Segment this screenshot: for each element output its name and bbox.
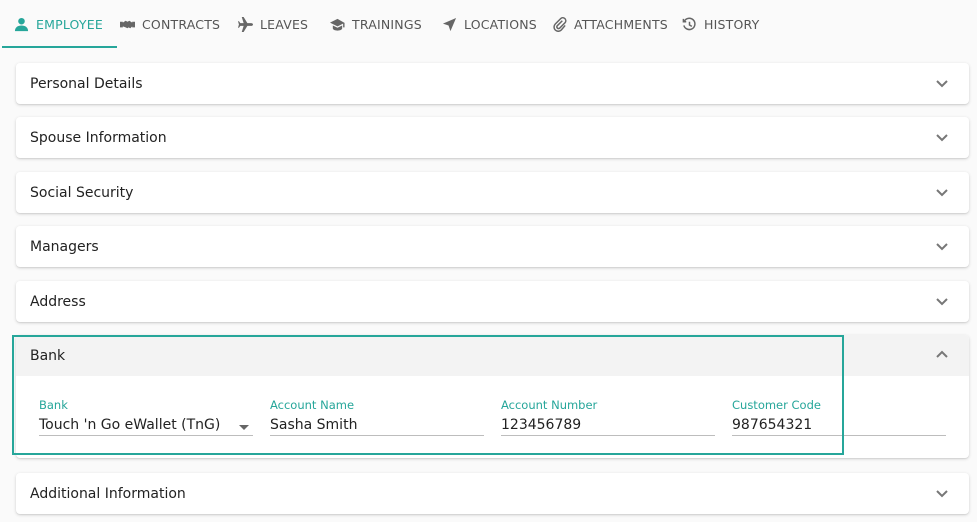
section-social-security: Social Security	[16, 172, 969, 213]
section-header[interactable]: Personal Details	[16, 63, 969, 104]
section-header[interactable]: Bank	[16, 335, 969, 376]
section-managers: Managers	[16, 226, 969, 267]
tab-label: LOCATIONS	[464, 16, 537, 32]
chevron-down-icon[interactable]	[935, 239, 949, 253]
tab-employee[interactable]: EMPLOYEE	[2, 0, 117, 48]
section-title: Social Security	[30, 184, 134, 201]
tab-label: ATTACHMENTS	[574, 16, 668, 32]
tab-locations[interactable]: LOCATIONS	[442, 0, 537, 48]
tab-history[interactable]: HISTORY	[682, 0, 759, 48]
section-header[interactable]: Additional Information	[16, 473, 969, 514]
section-title: Address	[30, 293, 86, 310]
location-arrow-icon	[442, 17, 457, 31]
section-title: Managers	[30, 238, 99, 255]
field-label: Bank	[39, 398, 68, 412]
section-header[interactable]: Social Security	[16, 172, 969, 213]
section-additional-information: Additional Information	[16, 473, 969, 514]
section-header[interactable]: Spouse Information	[16, 117, 969, 158]
field-value[interactable]: 123456789	[501, 415, 715, 436]
section-header[interactable]: Managers	[16, 226, 969, 267]
chevron-up-icon[interactable]	[935, 348, 949, 362]
chevron-down-icon[interactable]	[935, 486, 949, 500]
customer-code-field[interactable]: Customer Code 987654321	[732, 398, 946, 436]
tab-label: HISTORY	[704, 16, 760, 32]
section-bank: Bank Bank Touch 'n Go eWallet (TnG) Acco…	[16, 335, 969, 458]
chevron-down-icon[interactable]	[935, 130, 949, 144]
tab-bar: EMPLOYEE CONTRACTS LEAVES TRAININGS LOCA…	[0, 0, 977, 49]
airplane-icon	[238, 16, 253, 32]
chevron-down-icon[interactable]	[935, 294, 949, 308]
tab-label: LEAVES	[260, 16, 309, 32]
person-icon	[14, 17, 29, 31]
tab-label: CONTRACTS	[142, 16, 221, 32]
field-label: Account Name	[270, 398, 355, 412]
account-name-field[interactable]: Account Name Sasha Smith	[270, 398, 484, 436]
history-icon	[682, 17, 696, 30]
paperclip-icon	[553, 16, 567, 32]
tab-attachments[interactable]: ATTACHMENTS	[552, 0, 668, 48]
dropdown-arrow-icon[interactable]	[239, 425, 249, 430]
field-label: Account Number	[501, 398, 598, 412]
account-number-field[interactable]: Account Number 123456789	[501, 398, 715, 436]
section-header[interactable]: Address	[16, 281, 969, 322]
bank-select[interactable]: Bank Touch 'n Go eWallet (TnG)	[39, 398, 253, 436]
section-title: Bank	[30, 347, 66, 364]
tab-label: EMPLOYEE	[36, 16, 103, 32]
field-value[interactable]: Sasha Smith	[270, 415, 484, 436]
tab-label: TRAININGS	[352, 16, 422, 32]
tab-leaves[interactable]: LEAVES	[238, 0, 308, 48]
field-label: Customer Code	[732, 398, 821, 412]
section-title: Personal Details	[30, 75, 143, 92]
chevron-down-icon[interactable]	[935, 185, 949, 199]
tab-contracts[interactable]: CONTRACTS	[120, 0, 220, 48]
section-personal-details: Personal Details	[16, 63, 969, 104]
field-value[interactable]: Touch 'n Go eWallet (TnG)	[39, 415, 253, 436]
section-address: Address	[16, 281, 969, 322]
section-title: Spouse Information	[30, 129, 167, 146]
handshake-icon	[120, 20, 135, 28]
graduation-cap-icon	[330, 18, 345, 31]
field-value[interactable]: 987654321	[732, 415, 946, 436]
section-title: Additional Information	[30, 485, 186, 502]
section-spouse-information: Spouse Information	[16, 117, 969, 158]
tab-trainings[interactable]: TRAININGS	[330, 0, 422, 48]
bank-fields: Bank Touch 'n Go eWallet (TnG) Account N…	[16, 376, 969, 458]
chevron-down-icon[interactable]	[935, 76, 949, 90]
